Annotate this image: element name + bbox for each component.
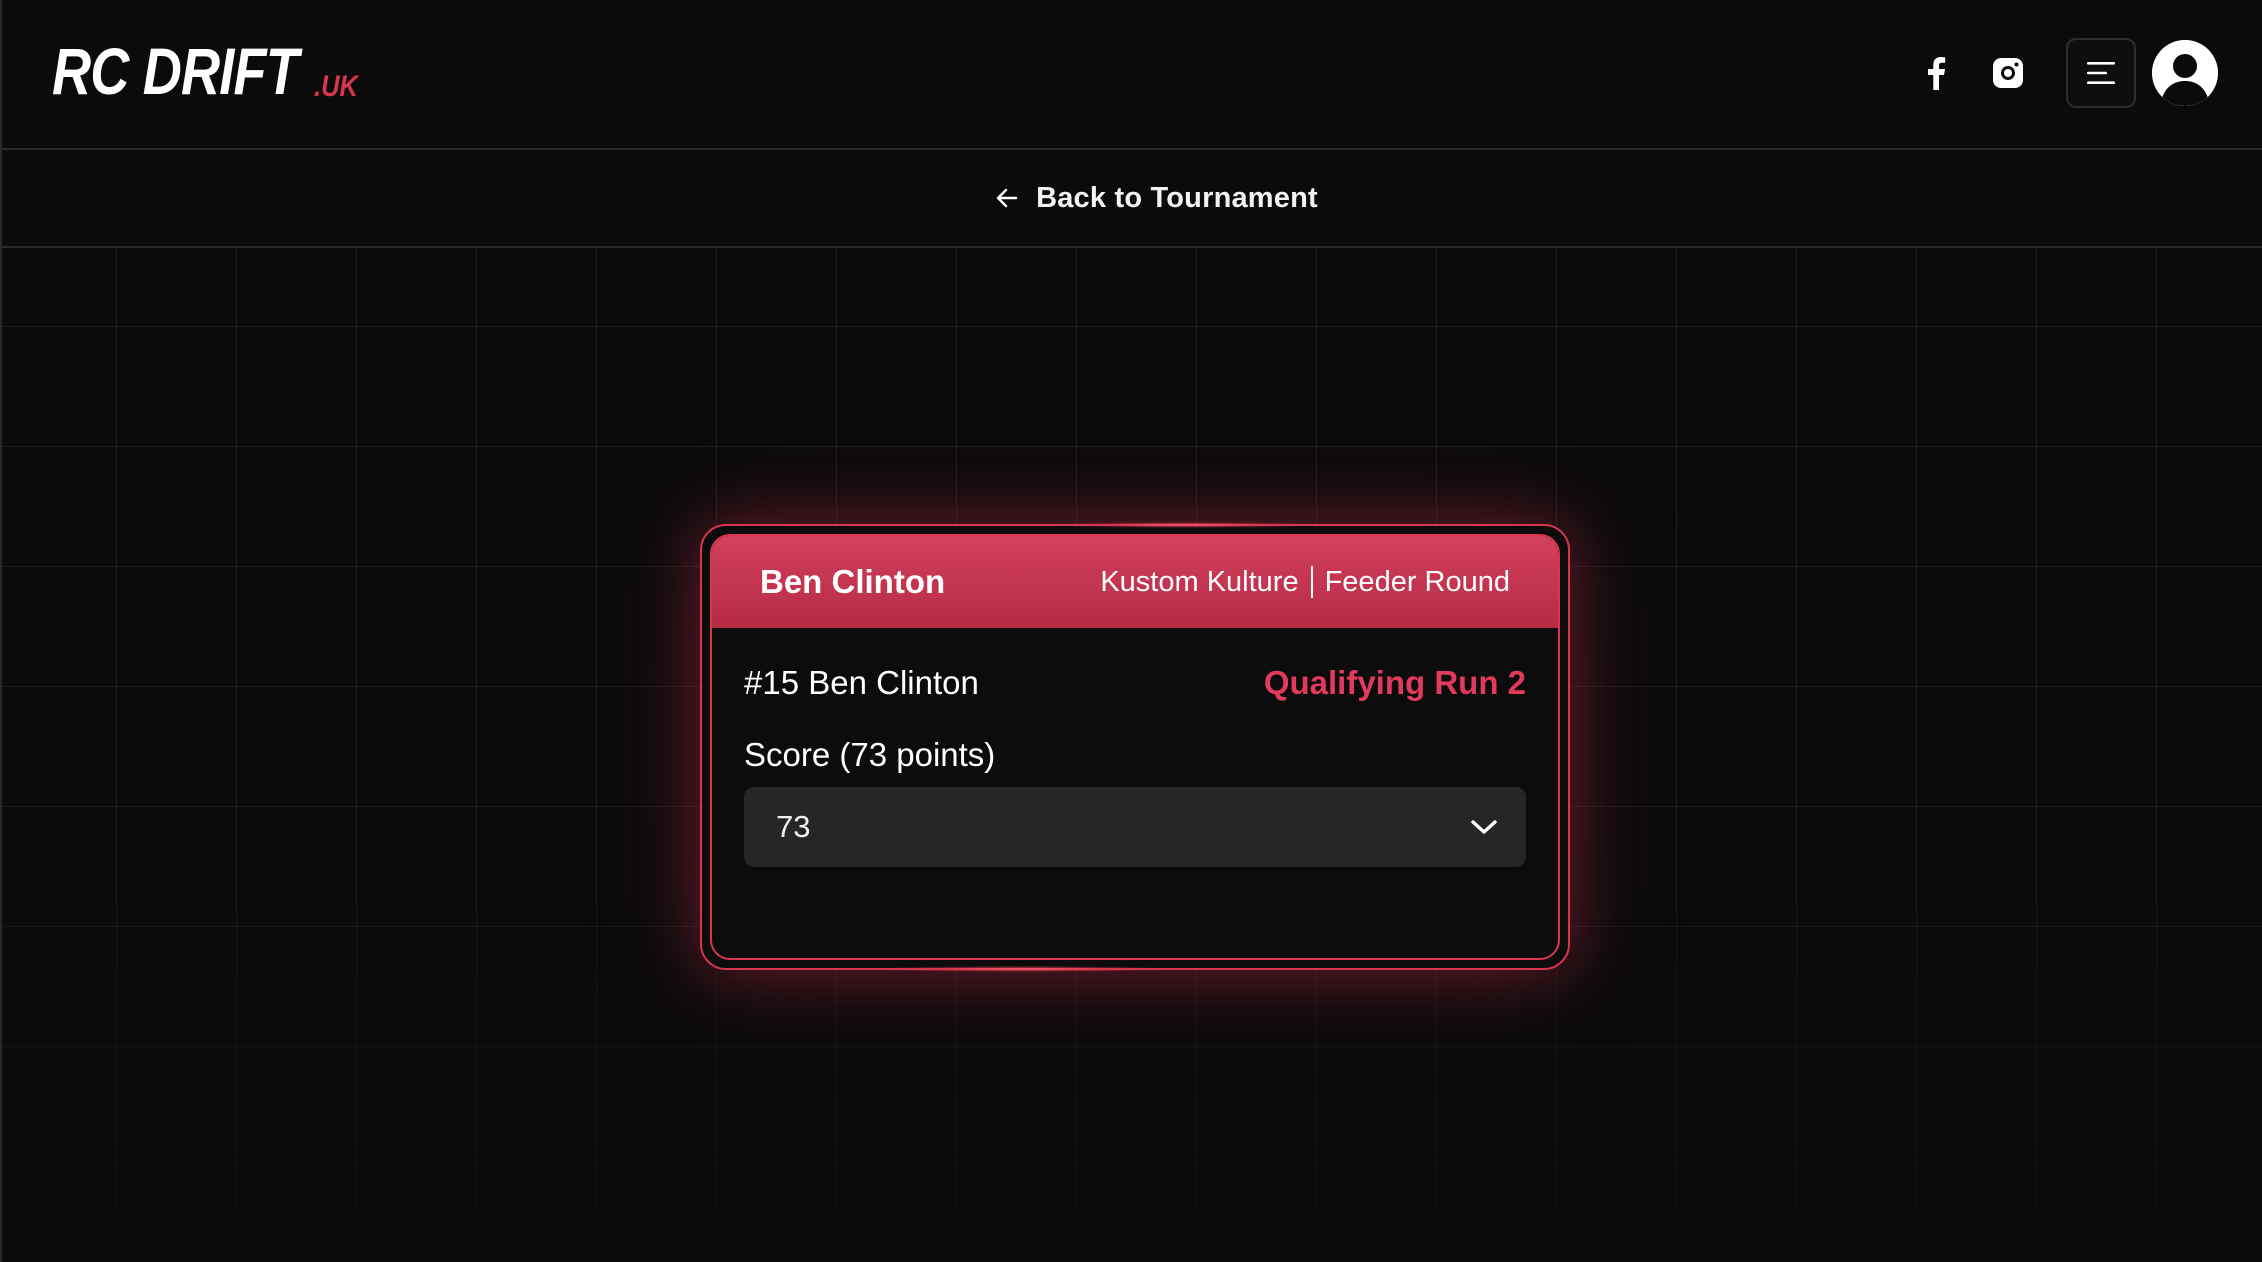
sub-navigation: Back to Tournament xyxy=(2,150,2262,248)
round-name: Feeder Round xyxy=(1324,565,1510,598)
card-body: #15 Ben Clinton Qualifying Run 2 Score (… xyxy=(712,628,1558,867)
card-glow-bottom xyxy=(872,966,1173,972)
team-name: Kustom Kulture xyxy=(1100,565,1299,598)
card-header-meta: Kustom Kulture Feeder Round xyxy=(1100,566,1510,599)
arrow-left-icon xyxy=(996,188,1018,208)
menu-icon xyxy=(2087,62,2115,84)
menu-button[interactable] xyxy=(2066,38,2136,108)
user-avatar-icon xyxy=(2152,40,2218,106)
facebook-link[interactable] xyxy=(1916,53,1956,93)
card-glow-top xyxy=(1056,522,1317,528)
brand-logo[interactable]: RC DRIFT .UK xyxy=(52,38,366,104)
top-navbar: RC DRIFT .UK xyxy=(2,0,2262,150)
chevron-down-icon xyxy=(1471,820,1497,834)
back-link-label: Back to Tournament xyxy=(1036,181,1318,214)
score-label: Score (73 points) xyxy=(744,736,996,773)
instagram-icon xyxy=(1993,58,2023,88)
driver-row: #15 Ben Clinton Qualifying Run 2 xyxy=(744,628,1526,738)
meta-divider xyxy=(1310,566,1313,598)
score-select[interactable]: 73 xyxy=(744,787,1526,867)
facebook-icon xyxy=(1928,57,1946,90)
back-to-tournament-link[interactable]: Back to Tournament xyxy=(996,182,1318,215)
run-label: Qualifying Run 2 xyxy=(1263,664,1526,701)
header-actions xyxy=(1916,38,2218,108)
logo-suffix: .UK xyxy=(313,70,358,103)
card-header-driver-name: Ben Clinton xyxy=(760,563,946,600)
score-card-inner: Ben Clinton Kustom Kulture Feeder Round … xyxy=(710,534,1560,960)
logo-text: RC DRIFT xyxy=(52,34,299,108)
user-avatar[interactable] xyxy=(2152,40,2218,106)
page: RC DRIFT .UK Back to Tournament Ben Clin… xyxy=(0,0,2262,1262)
instagram-link[interactable] xyxy=(1988,53,2028,93)
score-card: Ben Clinton Kustom Kulture Feeder Round … xyxy=(700,522,1570,972)
score-select-value: 73 xyxy=(776,809,811,844)
driver-number-name: #15 Ben Clinton xyxy=(744,664,979,701)
card-header: Ben Clinton Kustom Kulture Feeder Round xyxy=(712,536,1558,628)
